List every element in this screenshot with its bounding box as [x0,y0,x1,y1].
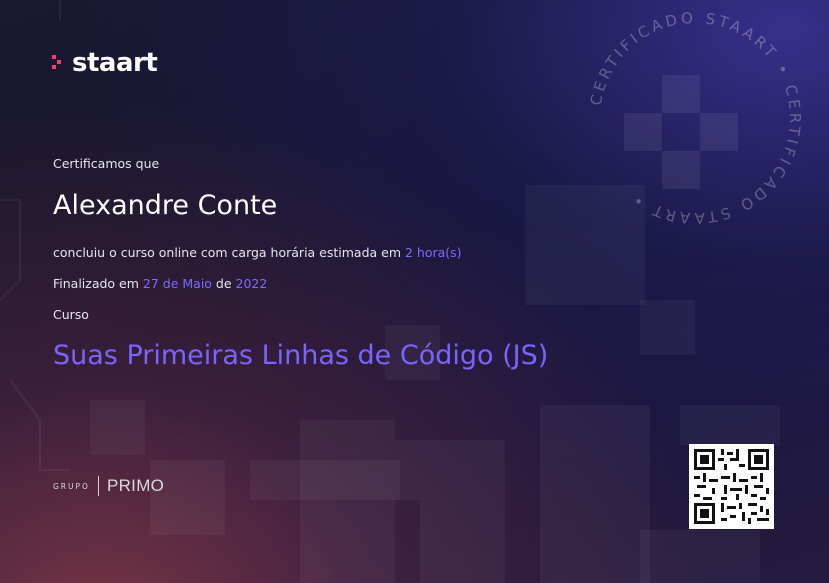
finished-mid: de [211,276,236,291]
course-label: Curso [53,307,89,322]
recipient-name: Alexandre Conte [53,190,278,221]
finished-prefix: Finalizado em [53,276,143,291]
group-separator [97,476,99,496]
qr-code-icon[interactable] [689,444,774,529]
course-name: Suas Primeiras Linhas de Código (JS) [53,340,549,371]
group-name-text: PRIMO [106,476,165,495]
staart-logo: staart [52,48,158,78]
completion-line: concluiu o curso online com carga horári… [53,245,462,260]
group-small-text: GRUPO [53,481,90,491]
finished-line: Finalizado em 27 de Maio de 2022 [53,276,267,291]
logo-text: staart [72,48,158,78]
finished-year: 2022 [235,276,268,291]
intro-text: Certificamos que [53,156,160,171]
finished-date: 27 de Maio [142,276,212,291]
certificate: CERTIFICADO STAART • CERTIFICADO STAART … [0,0,829,583]
logo-mark-icon [52,55,66,71]
completion-prefix: concluiu o curso online com carga horári… [53,245,405,260]
qr-code-graphic [694,449,769,524]
svg-text:CERTIFICADO STAART • CERTIFICA: CERTIFICADO STAART • CERTIFICADO STAART … [587,9,804,227]
duration-value: 2 hora(s) [405,245,462,260]
grupo-primo-logo: GRUPO PRIMO [53,476,164,496]
seal-text: CERTIFICADO STAART • CERTIFICADO STAART … [587,9,801,227]
